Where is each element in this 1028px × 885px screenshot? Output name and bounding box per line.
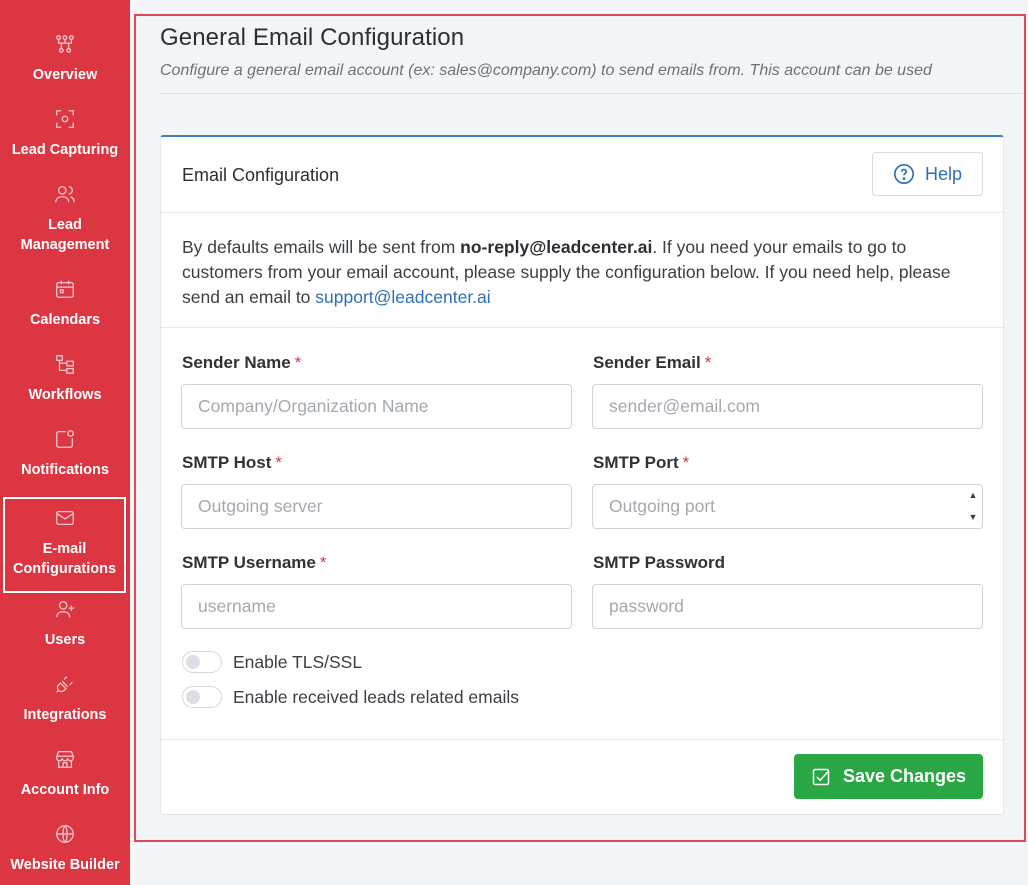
stepper-up-icon[interactable]: ▲ [969, 490, 978, 500]
sidebar-item-account-info[interactable]: Account Info [0, 715, 130, 798]
leads-emails-toggle-row: Enable received leads related emails [182, 686, 519, 708]
save-changes-label: Save Changes [842, 766, 967, 786]
sender-name-input[interactable] [181, 384, 572, 429]
notification-icon [54, 428, 76, 450]
card-title: Email Configuration [182, 165, 340, 185]
smtp-username-label: SMTP Username * [182, 553, 327, 572]
divider [160, 93, 1024, 94]
globe-icon [54, 823, 76, 845]
sidebar-item-integrations[interactable]: Integrations [0, 640, 130, 723]
sidebar-item-website-builder[interactable]: Website Builder [0, 790, 130, 873]
flow-chart-icon [54, 33, 76, 55]
workflow-icon [54, 353, 76, 375]
page-title: General Email Configuration [160, 24, 465, 51]
save-changes-button[interactable]: Save Changes [794, 754, 983, 799]
toggle-knob [186, 690, 200, 704]
user-plus-icon [54, 598, 76, 620]
default-sender-email: no-reply@leadcenter.ai [460, 237, 653, 257]
support-email-link[interactable]: support@leadcenter.ai [315, 287, 490, 307]
smtp-port-wrapper: ▲ ▼ [592, 484, 983, 529]
capture-target-icon [54, 108, 76, 130]
question-circle-icon [893, 163, 915, 185]
info-text: By defaults emails will be sent from no-… [182, 235, 982, 310]
sidebar-item-calendars[interactable]: Calendars [0, 245, 130, 328]
smtp-port-label: SMTP Port * [593, 453, 690, 472]
sidebar-item-lead-capturing[interactable]: Lead Capturing [0, 75, 130, 158]
sidebar-item-overview[interactable]: Overview [0, 0, 130, 83]
sidebar-item-workflows[interactable]: Workflows [0, 320, 130, 403]
toggle-knob [186, 655, 200, 669]
plug-icon [54, 673, 76, 695]
smtp-host-input[interactable] [181, 484, 572, 529]
page-subtitle: Configure a general email account (ex: s… [160, 62, 932, 79]
tls-toggle[interactable] [182, 651, 222, 673]
smtp-username-input[interactable] [181, 584, 572, 629]
port-stepper[interactable]: ▲ ▼ [967, 490, 979, 522]
store-icon [54, 748, 76, 770]
divider [161, 739, 1003, 740]
leads-emails-toggle-label: Enable received leads related emails [233, 686, 519, 707]
users-icon [54, 183, 76, 205]
sidebar-item-label: Notifications [21, 462, 109, 478]
smtp-password-input[interactable] [592, 584, 983, 629]
sidebar: Overview Lead Capturing Lead Management C… [0, 0, 130, 885]
tls-toggle-label: Enable TLS/SSL [233, 651, 363, 672]
smtp-password-label: SMTP Password [593, 553, 725, 572]
email-configuration-card: Email Configuration Help By defaults ema… [160, 135, 1004, 815]
leads-emails-toggle[interactable] [182, 686, 222, 708]
sidebar-item-notifications[interactable]: Notifications [0, 395, 130, 478]
sender-email-input[interactable] [592, 384, 983, 429]
sidebar-item-lead-management[interactable]: Lead Management [0, 150, 130, 253]
tls-toggle-row: Enable TLS/SSL [182, 651, 362, 673]
check-square-icon [811, 767, 831, 787]
sender-name-label: Sender Name * [182, 353, 302, 372]
calendar-icon [54, 278, 76, 300]
help-label: Help [924, 163, 963, 184]
card-header: Email Configuration Help [161, 137, 1003, 213]
smtp-port-input[interactable] [592, 484, 983, 529]
help-button[interactable]: Help [872, 152, 983, 196]
stepper-down-icon[interactable]: ▼ [969, 512, 978, 522]
sidebar-item-users[interactable]: Users [0, 565, 130, 648]
info-prefix: By defaults emails will be sent from [182, 237, 461, 257]
sidebar-item-label: Website Builder [10, 857, 120, 873]
sender-email-label: Sender Email * [593, 353, 712, 372]
mail-icon [54, 507, 76, 529]
smtp-host-label: SMTP Host * [182, 453, 283, 472]
divider [161, 327, 1003, 328]
